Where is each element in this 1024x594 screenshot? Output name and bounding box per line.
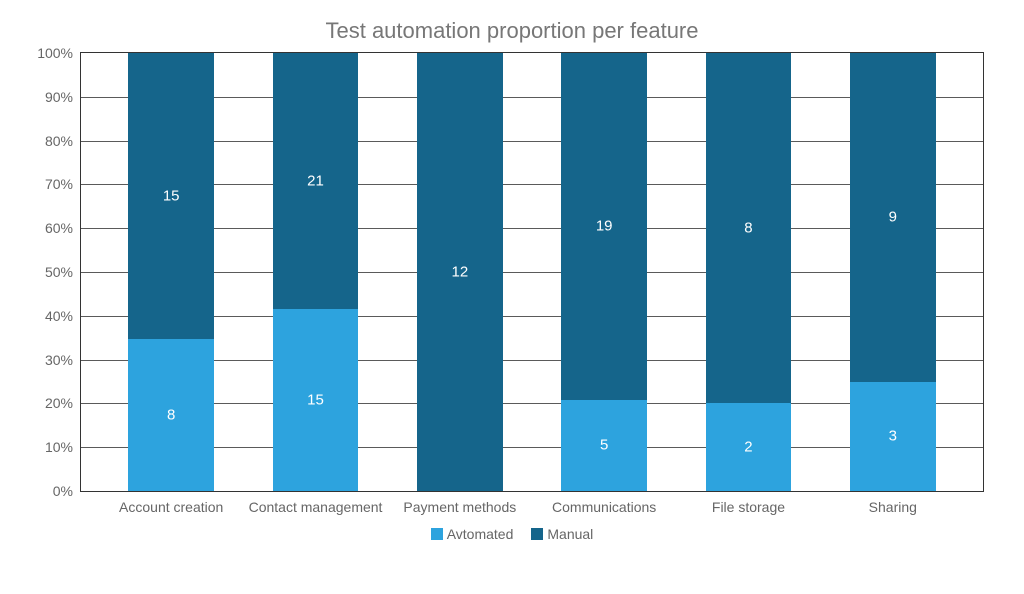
y-tick-label: 80% <box>45 133 81 149</box>
chart-root: Test automation proportion per feature 0… <box>0 0 1024 594</box>
y-tick-label: 10% <box>45 439 81 455</box>
gridline <box>81 403 983 404</box>
bar-value-label: 15 <box>163 187 180 204</box>
bar-value-label: 19 <box>596 218 613 235</box>
bar-segment-manual: 8 <box>706 53 792 403</box>
legend-swatch-automated <box>431 528 443 540</box>
bar-segment-manual: 15 <box>128 53 214 339</box>
x-tick-label: File storage <box>712 491 785 515</box>
bar-value-label: 21 <box>307 172 324 189</box>
legend-item-automated: Avtomated <box>431 526 514 542</box>
bar-track: 1521 <box>273 53 359 491</box>
bar-value-label: 5 <box>600 437 608 454</box>
y-tick-label: 70% <box>45 176 81 192</box>
bar-track: 28 <box>706 53 792 491</box>
gridline <box>81 97 983 98</box>
bar-segment-automated: 3 <box>850 382 936 492</box>
legend-swatch-manual <box>531 528 543 540</box>
bar-segment-automated: 2 <box>706 403 792 491</box>
x-tick-label: Account creation <box>119 491 223 515</box>
gridline <box>81 228 983 229</box>
legend-label-automated: Avtomated <box>447 526 514 542</box>
bar-value-label: 15 <box>307 391 324 408</box>
y-tick-label: 40% <box>45 308 81 324</box>
y-tick-label: 30% <box>45 352 81 368</box>
bar-segment-manual: 19 <box>561 53 647 400</box>
bar-track: 39 <box>850 53 936 491</box>
bar-value-label: 8 <box>744 220 752 237</box>
bar-segment-automated: 15 <box>273 309 359 492</box>
gridline <box>81 316 983 317</box>
bar-value-label: 3 <box>889 428 897 445</box>
x-tick-label: Sharing <box>869 491 917 515</box>
x-tick-label: Payment methods <box>403 491 516 515</box>
gridline <box>81 272 983 273</box>
y-tick-label: 90% <box>45 89 81 105</box>
bar-segment-manual: 21 <box>273 53 359 309</box>
bar-segment-automated: 8 <box>128 339 214 491</box>
gridline <box>81 447 983 448</box>
gridline <box>81 184 983 185</box>
bar-value-label: 2 <box>744 439 752 456</box>
gridline <box>81 360 983 361</box>
bar-track: 12 <box>417 53 503 491</box>
y-tick-label: 50% <box>45 264 81 280</box>
legend-label-manual: Manual <box>547 526 593 542</box>
bar-segment-automated: 5 <box>561 400 647 491</box>
chart-title: Test automation proportion per feature <box>0 0 1024 52</box>
x-tick-label: Contact management <box>249 491 383 515</box>
plot-wrap: 0%10%20%30%40%50%60%70%80%90%100%815Acco… <box>80 52 984 492</box>
legend-item-manual: Manual <box>531 526 593 542</box>
y-tick-label: 60% <box>45 220 81 236</box>
bar-value-label: 12 <box>451 264 468 281</box>
y-tick-label: 100% <box>37 45 81 61</box>
bar-segment-manual: 12 <box>417 53 503 491</box>
y-tick-label: 0% <box>53 483 81 499</box>
legend: Avtomated Manual <box>0 526 1024 542</box>
bar-track: 5 19 <box>561 53 647 491</box>
bar-track: 8 15 <box>128 53 214 491</box>
x-tick-label: Communications <box>552 491 656 515</box>
bar-value-label: 8 <box>167 406 175 423</box>
plot-area: 0%10%20%30%40%50%60%70%80%90%100%815Acco… <box>80 52 984 492</box>
bar-segment-manual: 9 <box>850 53 936 382</box>
y-tick-label: 20% <box>45 395 81 411</box>
gridline <box>81 141 983 142</box>
bar-value-label: 9 <box>889 209 897 226</box>
